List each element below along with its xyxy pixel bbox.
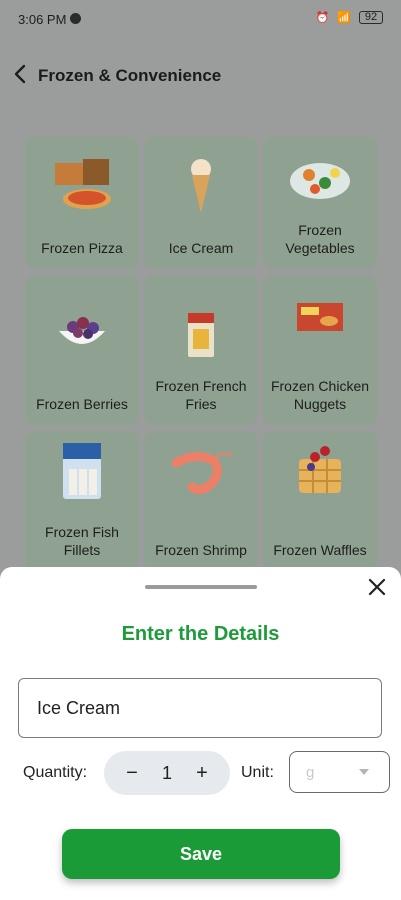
- wifi-icon: 📶: [337, 12, 351, 24]
- category-tile-frozen-waffles[interactable]: Frozen Waffles: [263, 431, 377, 571]
- status-time: 3:06 PM: [18, 12, 67, 27]
- category-label: Frozen Fish Fillets: [45, 524, 119, 558]
- sheet-title: Enter the Details: [121, 623, 280, 645]
- nuggets-image: [297, 303, 343, 331]
- vegetables-image: [290, 163, 350, 199]
- fries-image: [188, 313, 214, 357]
- details-bottom-sheet: Enter the Details Ice Cream Quantity: − …: [0, 567, 401, 900]
- category-label: Frozen Vegetables: [285, 222, 355, 256]
- unit-value: g: [306, 764, 315, 781]
- fish-fillets-image: [63, 443, 101, 499]
- ice-cream-image: [191, 159, 211, 213]
- category-label: Frozen Waffles: [273, 542, 367, 558]
- increment-button[interactable]: +: [192, 762, 212, 785]
- category-tile-frozen-berries[interactable]: Frozen Berries: [25, 275, 139, 425]
- category-tile-frozen-pizza[interactable]: Frozen Pizza: [25, 137, 139, 269]
- battery-icon: 92: [359, 11, 383, 24]
- waffles-image: [299, 446, 341, 493]
- page-title: Frozen & Convenience: [38, 66, 222, 85]
- decrement-button[interactable]: −: [122, 762, 142, 785]
- save-button[interactable]: Save: [62, 829, 340, 879]
- back-arrow-icon[interactable]: [9, 62, 33, 86]
- status-icons: ⏰ 📶 92: [316, 11, 383, 24]
- item-name-input[interactable]: Ice Cream: [18, 678, 382, 738]
- close-icon[interactable]: [366, 576, 388, 598]
- quantity-value: 1: [161, 762, 172, 783]
- unit-dropdown[interactable]: g: [289, 751, 390, 793]
- category-tile-frozen-fish-fillets[interactable]: Frozen Fish Fillets: [25, 431, 139, 571]
- category-tile-frozen-french-fries[interactable]: Frozen French Fries: [144, 275, 258, 425]
- notification-icon: [70, 13, 81, 24]
- category-tile-ice-cream[interactable]: Ice Cream: [144, 137, 258, 269]
- app-header: Frozen & Convenience: [0, 52, 401, 100]
- quantity-label: Quantity:: [23, 764, 88, 781]
- category-tile-frozen-shrimp[interactable]: Frozen Shrimp: [144, 431, 258, 571]
- category-tile-frozen-chicken-nuggets[interactable]: Frozen Chicken Nuggets: [263, 275, 377, 425]
- quantity-stepper: − 1 +: [104, 751, 230, 795]
- category-label: Frozen Berries: [36, 396, 128, 412]
- category-label: Frozen Shrimp: [155, 542, 247, 558]
- category-label: Frozen French Fries: [155, 378, 247, 412]
- status-bar: 3:06 PM ⏰ 📶 92: [0, 0, 401, 38]
- category-label: Frozen Chicken Nuggets: [270, 378, 370, 412]
- chevron-down-icon: [359, 769, 369, 775]
- alarm-icon: ⏰: [315, 12, 330, 24]
- category-grid: Frozen Pizza Ice Cream Frozen Vegetables…: [25, 137, 377, 571]
- drag-handle[interactable]: [145, 585, 257, 589]
- pizza-image: [55, 159, 111, 209]
- category-label: Frozen Pizza: [41, 240, 123, 256]
- category-tile-frozen-vegetables[interactable]: Frozen Vegetables: [263, 137, 377, 269]
- berries-image: [59, 317, 105, 344]
- unit-label: Unit:: [241, 764, 274, 781]
- shrimp-image: [171, 452, 233, 495]
- category-label: Ice Cream: [168, 240, 234, 256]
